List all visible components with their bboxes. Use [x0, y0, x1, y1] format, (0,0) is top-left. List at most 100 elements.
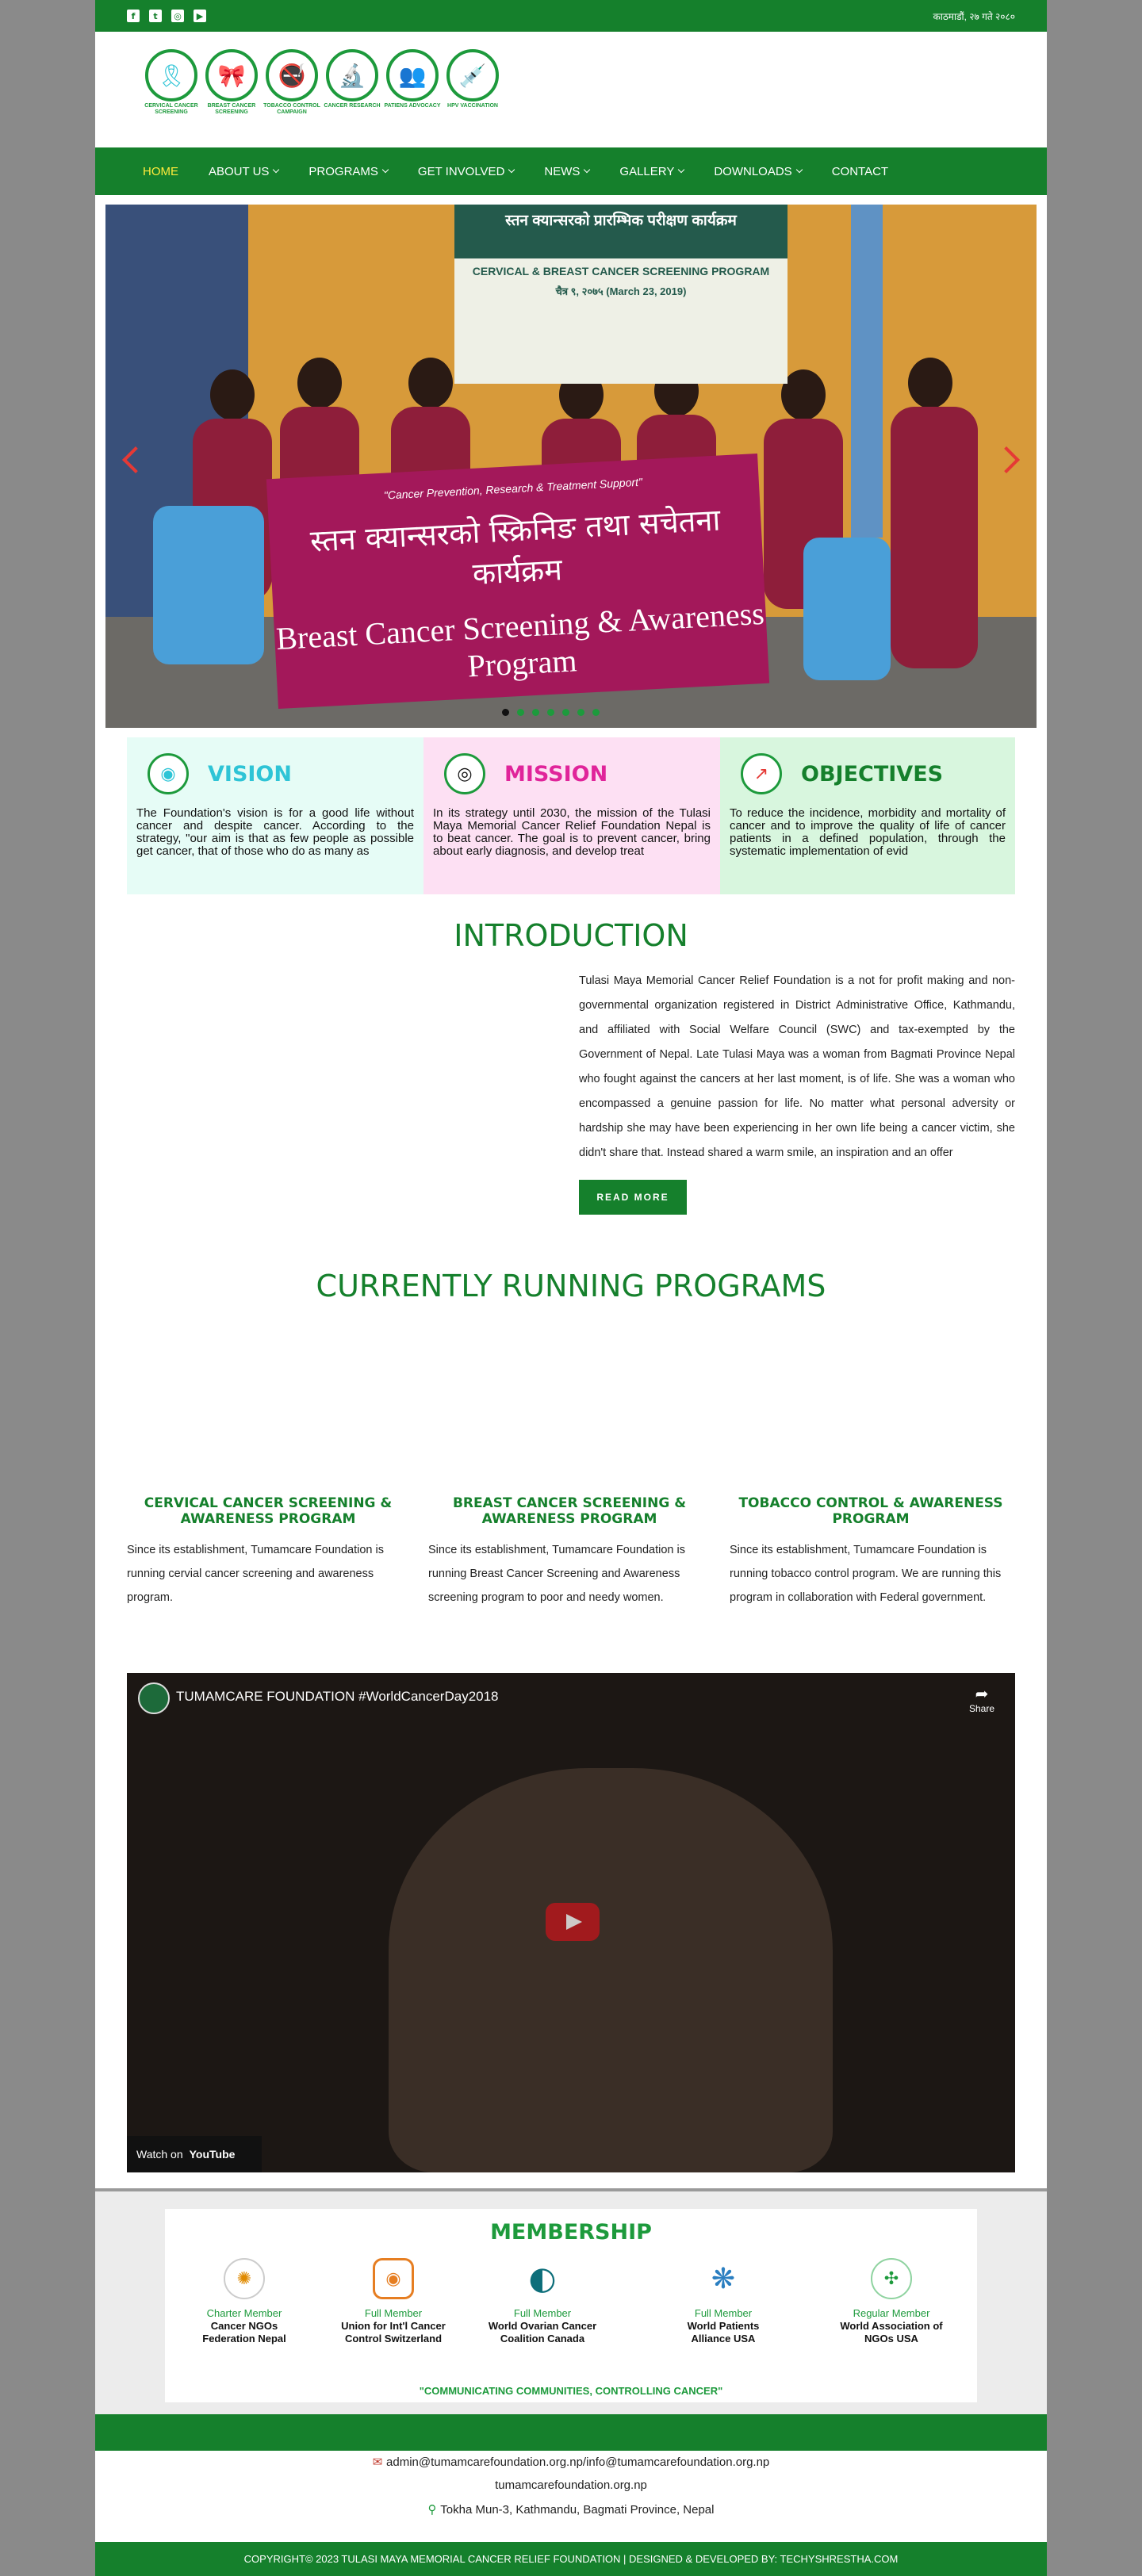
logo-advocacy[interactable]: 👥 PATIENS ADVOCACY: [384, 49, 441, 116]
chevron-down-icon: [584, 166, 591, 174]
share-icon: ➦: [975, 1684, 989, 1703]
people-icon: 👥: [386, 49, 439, 101]
sign-date: चैत्र ९, २०७५ (March 23, 2019): [555, 285, 687, 297]
logo-label: CERVICAL CANCER SCREENING: [144, 103, 198, 115]
footer-band: [95, 2414, 1047, 2451]
video-title[interactable]: TUMAMCARE FOUNDATION #WorldCancerDay2018: [176, 1689, 499, 1705]
footer-email-text[interactable]: admin@tumamcarefoundation.org.np/info@tu…: [386, 2455, 769, 2469]
member-type: Full Member: [513, 2307, 572, 2319]
slider-dots: [502, 709, 600, 716]
top-bar: f t ◎ ▶ काठमाडौं, २७ गते २०८०: [95, 0, 1047, 32]
logo-label: BREAST CANCER SCREENING: [207, 103, 256, 115]
mission-title: MISSION: [504, 761, 608, 787]
wpa-logo-icon: ❋: [711, 2262, 736, 2295]
member-uicc[interactable]: ◉ Full Member Union for Int'l Cancer Con…: [338, 2253, 449, 2345]
video-frame: [389, 1768, 833, 2172]
wango-logo-icon: ✣: [871, 2258, 912, 2299]
nav-label: GET INVOLVED: [417, 164, 505, 178]
program-card-cervical[interactable]: CERVICAL CANCER SCREENING & AWARENESS PR…: [127, 1495, 409, 1610]
nav-news[interactable]: NEWS: [544, 165, 591, 178]
nav-downloads[interactable]: DOWNLOADS: [714, 164, 803, 178]
nav-programs[interactable]: PROGRAMS: [308, 164, 389, 178]
objectives-box: ↗ OBJECTIVES To reduce the incidence, mo…: [720, 737, 1015, 894]
logo-research[interactable]: 🔬 CANCER RESEARCH: [324, 49, 381, 116]
program-text: Since its establishment, Tumamcare Found…: [730, 1544, 1002, 1604]
email-icon: ✉: [372, 2455, 387, 2469]
play-button[interactable]: [546, 1903, 600, 1941]
nav-home[interactable]: HOME: [143, 165, 178, 178]
intro-title: INTRODUCTION: [454, 918, 688, 953]
sign-title: स्तन क्यान्सरको प्रारम्भिक परीक्षण कार्य…: [454, 205, 788, 258]
nav-about-us[interactable]: ABOUT US: [209, 165, 280, 178]
read-more-button[interactable]: READ MORE: [579, 1180, 687, 1215]
hero-slider[interactable]: स्तन क्यान्सरको प्रारम्भिक परीक्षण कार्य…: [105, 205, 1037, 728]
program-heading[interactable]: TOBACCO CONTROL & AWARENESS PROGRAM: [730, 1495, 1012, 1527]
member-org: World Association of NGOs USA: [840, 2320, 943, 2344]
programs-title: CURRENTLY RUNNING PROGRAMS: [316, 1269, 826, 1303]
no-smoking-icon: 🚭: [266, 49, 318, 101]
membership-section: MEMBERSHIP ✺ Charter Member Cancer NGOs …: [95, 2188, 1047, 2418]
share-label: Share: [968, 1703, 994, 1714]
nav-gallery[interactable]: GALLERY: [619, 165, 685, 178]
slider-dot[interactable]: [577, 709, 584, 716]
program-heading[interactable]: CERVICAL CANCER SCREENING & AWARENESS PR…: [127, 1495, 409, 1527]
location-pin-icon: ⚲: [427, 2502, 441, 2517]
nav-label: DOWNLOADS: [714, 164, 792, 178]
banner-nepali: स्तन क्यान्सरको स्क्रिनिङ तथा सचेतना कार…: [308, 502, 722, 591]
logo-cervical[interactable]: 🎗 CERVICAL CANCER SCREENING: [143, 49, 200, 116]
watch-on-youtube[interactable]: Watch on YouTube: [127, 2136, 262, 2172]
share-button[interactable]: ➦ Share: [969, 1684, 994, 1714]
nav-label: PROGRAMS: [308, 164, 378, 178]
main-nav: HOME ABOUT US PROGRAMS GET INVOLVED NEWS…: [95, 147, 1047, 195]
program-logos: 🎗 CERVICAL CANCER SCREENING 🎀 BREAST CAN…: [143, 49, 501, 116]
instagram-icon[interactable]: ◎: [171, 10, 184, 22]
member-type: Full Member: [364, 2307, 423, 2319]
nav-get-involved[interactable]: GET INVOLVED: [417, 164, 515, 178]
youtube-video[interactable]: TUMAMCARE FOUNDATION #WorldCancerDay2018…: [127, 1673, 1015, 2172]
copyright-bar: COPYRIGHT© 2023 TULASI MAYA MEMORIAL CAN…: [95, 2542, 1047, 2576]
slider-dot[interactable]: [502, 709, 509, 716]
slider-dot[interactable]: [517, 709, 524, 716]
youtube-icon[interactable]: ▶: [194, 10, 206, 22]
slider-dot[interactable]: [562, 709, 569, 716]
member-woc[interactable]: ◐ Full Member World Ovarian Cancer Coali…: [487, 2253, 598, 2345]
youtube-logo-icon: YouTube: [189, 2148, 236, 2161]
nav-contact[interactable]: CONTACT: [832, 165, 888, 178]
banner-english: Breast Cancer Screening & Awareness Prog…: [275, 595, 765, 684]
chevron-down-icon: [508, 166, 515, 174]
member-wpa[interactable]: ❋ Full Member World Patients Alliance US…: [668, 2253, 779, 2345]
vision-box: ◉ VISION The Foundation's vision is for …: [127, 737, 423, 894]
logo-label: PATIENS ADVOCACY: [384, 103, 441, 109]
membership-slogan: "COMMUNICATING COMMUNITIES, CONTROLLING …: [419, 2385, 723, 2397]
membership-title: MEMBERSHIP: [490, 2220, 652, 2245]
logo-breast[interactable]: 🎀 BREAST CANCER SCREENING: [203, 49, 260, 116]
uicc-logo-icon: ◉: [373, 2258, 414, 2299]
chevron-down-icon: [273, 166, 280, 174]
slider-dot[interactable]: [532, 709, 539, 716]
logo-tobacco[interactable]: 🚭 TOBACCO CONTROL CAMPAIGN: [263, 49, 320, 116]
chevron-down-icon: [678, 166, 685, 174]
nav-label: HOME: [143, 164, 178, 178]
program-card-breast[interactable]: BREAST CANCER SCREENING & AWARENESS PROG…: [428, 1495, 711, 1610]
mission-box: ◎ MISSION In its strategy until 2030, th…: [423, 737, 720, 894]
footer-address: ⚲ Tokha Mun-3, Kathmandu, Bagmati Provin…: [95, 2502, 1047, 2517]
channel-avatar[interactable]: [138, 1682, 170, 1714]
objectives-text: To reduce the incidence, morbidity and m…: [730, 806, 1006, 858]
chevron-down-icon: [795, 166, 803, 174]
watch-on-label: Watch on: [136, 2148, 183, 2161]
footer-address-text: Tokha Mun-3, Kathmandu, Bagmati Province…: [440, 2503, 715, 2517]
member-wango[interactable]: ✣ Regular Member World Association of NG…: [836, 2253, 947, 2345]
twitter-icon[interactable]: t: [149, 10, 162, 22]
logo-hpv[interactable]: 💉 HPV VACCINATION: [444, 49, 501, 116]
pink-ribbon-icon: 🎀: [205, 49, 258, 101]
mission-text: In its strategy until 2030, the mission …: [433, 806, 711, 858]
program-heading[interactable]: BREAST CANCER SCREENING & AWARENESS PROG…: [428, 1495, 711, 1527]
program-card-tobacco[interactable]: TOBACCO CONTROL & AWARENESS PROGRAM Sinc…: [730, 1495, 1012, 1610]
footer-website[interactable]: tumamcarefoundation.org.np: [95, 2478, 1047, 2492]
slider-dot[interactable]: [547, 709, 554, 716]
logo-label: HPV VACCINATION: [447, 103, 498, 109]
facebook-icon[interactable]: f: [127, 10, 140, 22]
footer-email[interactable]: ✉ admin@tumamcarefoundation.org.np/info@…: [95, 2455, 1047, 2469]
member-cngof[interactable]: ✺ Charter Member Cancer NGOs Federation …: [189, 2253, 300, 2345]
slider-dot[interactable]: [592, 709, 600, 716]
